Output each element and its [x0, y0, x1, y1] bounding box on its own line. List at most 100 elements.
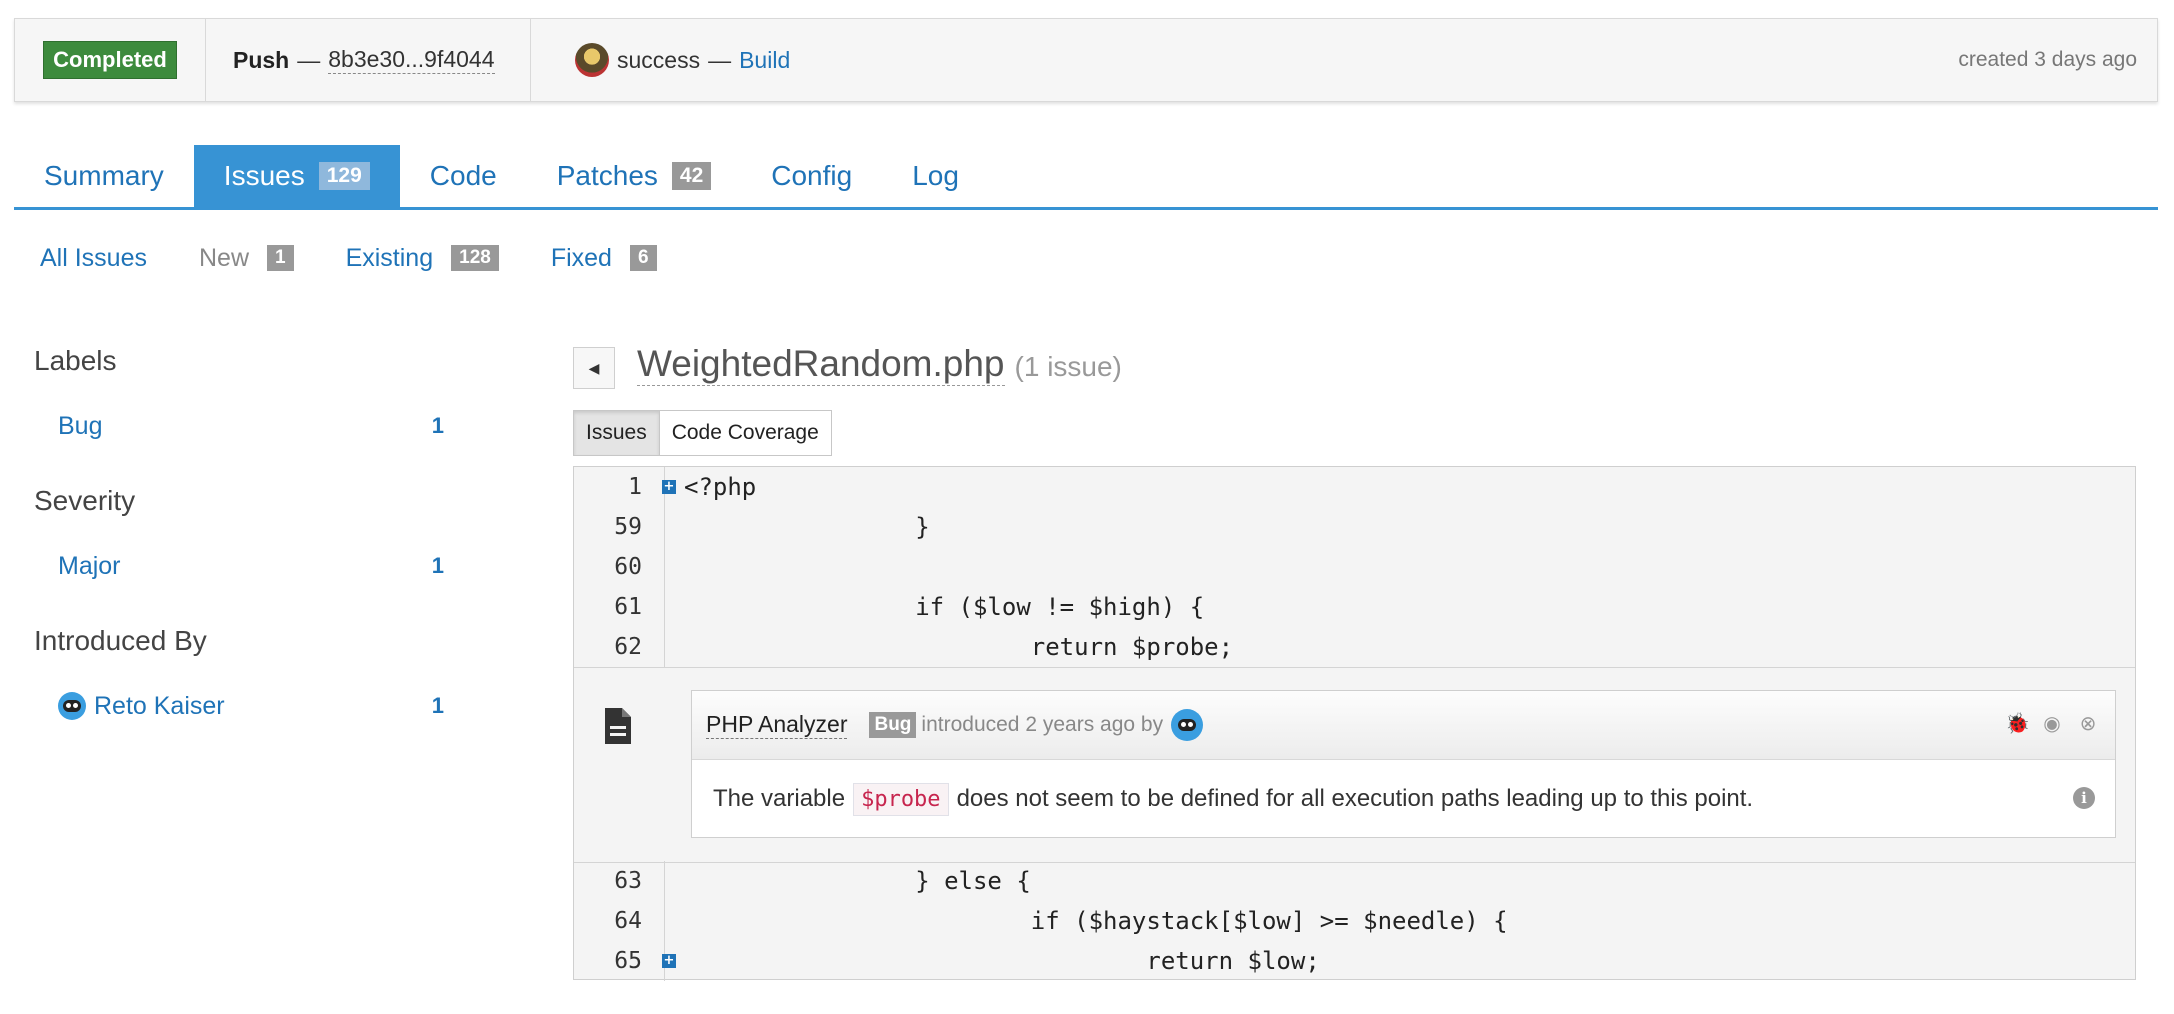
line-code: return $probe; — [684, 633, 1234, 661]
tab-label: Issues — [223, 160, 305, 191]
subtab-count-badge: 6 — [629, 245, 657, 271]
issue-actions: 🐞 ◉ ⊗ — [2005, 713, 2099, 735]
code-line: 1 + <?php — [574, 467, 2135, 507]
main-tabs: Summary Issues 129 Code Patches 42 Confi… — [14, 145, 2158, 210]
expand-icon[interactable]: + — [662, 954, 676, 968]
severity-heading: Severity — [34, 485, 136, 516]
push-label: Push — [233, 46, 290, 73]
view-issues-button[interactable]: Issues — [573, 410, 660, 456]
build-status: success — [617, 46, 701, 73]
filter-author-reto-kaiser[interactable]: Reto Kaiser 1 — [34, 689, 444, 723]
build-avatar-icon — [575, 43, 609, 77]
file-title: WeightedRandom.php (1 issue) — [637, 343, 1122, 386]
code-line: 62 return $probe; — [574, 627, 2135, 667]
filter-label-bug[interactable]: Bug 1 — [34, 409, 444, 443]
tab-issues[interactable]: Issues 129 — [193, 145, 400, 207]
issue-filter-tabs: All Issues New 1 Existing 128 Fixed 6 — [40, 240, 709, 276]
tab-label: Config — [771, 160, 853, 191]
tab-label: Patches — [556, 160, 658, 191]
code-line: 64 if ($haystack[$low] >= $needle) { — [574, 901, 2135, 941]
filter-item-count: 1 — [431, 413, 444, 438]
line-code: if ($low != $high) { — [684, 593, 1205, 621]
push-cell: Push — 8b3e30...9f4044 — [206, 19, 531, 101]
subtab-count-badge: 1 — [267, 245, 294, 271]
tab-code[interactable]: Code — [400, 145, 527, 207]
view-toggle: Issues Code Coverage — [573, 410, 832, 456]
line-code: if ($haystack[$low] >= $needle) { — [684, 907, 1508, 935]
tab-log[interactable]: Log — [882, 145, 989, 207]
analyzer-link[interactable]: PHP Analyzer — [706, 711, 848, 739]
file-issue-count: (1 issue) — [1014, 351, 1122, 382]
created-timestamp: created 3 days ago — [1958, 48, 2137, 71]
message-text-after: does not seem to be defined for all exec… — [956, 785, 1754, 812]
issue-label-badge: Bug — [869, 712, 917, 738]
subtab-all-issues[interactable]: All Issues — [40, 240, 147, 276]
user-avatar-icon[interactable] — [1171, 709, 1204, 741]
code-line: 59 } — [574, 507, 2135, 547]
subtab-label: Existing — [345, 243, 434, 272]
tab-patches[interactable]: Patches 42 — [527, 145, 742, 207]
subtab-label: Fixed — [550, 243, 612, 272]
code-line: 61 if ($low != $high) { — [574, 587, 2135, 627]
labels-heading: Labels — [34, 345, 117, 376]
variable-code: $probe — [853, 782, 949, 816]
issue-comment: PHP Analyzer Bug introduced 2 years ago … — [691, 690, 2116, 838]
filter-item-count: 1 — [431, 693, 444, 718]
line-number: 61 — [614, 594, 642, 620]
code-line: 60 — [574, 547, 2135, 587]
code-viewer: 1 + <?php 59 } 60 61 if ($low != $high) … — [573, 466, 2136, 981]
issue-comment-header: PHP Analyzer Bug introduced 2 years ago … — [692, 691, 2115, 760]
line-number: 60 — [614, 554, 642, 580]
subtab-label: New — [198, 243, 249, 272]
filter-sidebar: Labels Bug 1 Severity Major 1 Introduced… — [34, 345, 454, 783]
close-circle-icon[interactable]: ⊗ — [2077, 713, 2099, 735]
filter-item-count: 1 — [431, 553, 444, 578]
status-badge: Completed — [43, 41, 177, 79]
line-number: 59 — [614, 514, 642, 540]
subtab-new[interactable]: New 1 — [199, 240, 294, 276]
tab-config[interactable]: Config — [741, 145, 882, 207]
subtab-label: All Issues — [40, 243, 147, 272]
subtab-count-badge: 128 — [451, 245, 499, 271]
separator-dash: — — [297, 46, 321, 73]
view-coverage-button[interactable]: Code Coverage — [659, 410, 832, 456]
bug-icon[interactable]: 🐞 — [2005, 713, 2030, 735]
document-icon — [605, 708, 631, 744]
subtab-existing[interactable]: Existing 128 — [346, 240, 499, 276]
tab-label: Log — [912, 160, 959, 191]
info-icon[interactable]: i — [2073, 787, 2095, 809]
file-name[interactable]: WeightedRandom.php — [637, 343, 1005, 386]
line-code: } — [684, 513, 930, 541]
commit-range-link[interactable]: 8b3e30...9f4044 — [328, 46, 495, 74]
introduced-by-heading: Introduced By — [34, 625, 207, 656]
expand-icon[interactable]: + — [662, 480, 676, 494]
tab-label: Summary — [44, 160, 164, 191]
tab-count-badge: 42 — [671, 162, 712, 190]
filter-severity-major[interactable]: Major 1 — [34, 549, 444, 583]
subtab-fixed[interactable]: Fixed 6 — [551, 240, 657, 276]
line-number: 1 — [628, 474, 642, 500]
line-number: 63 — [614, 868, 642, 894]
caret-left-icon: ◀ — [588, 359, 600, 376]
inspection-header: Completed Push — 8b3e30...9f4044 success… — [14, 18, 2158, 102]
back-button[interactable]: ◀ — [573, 347, 615, 389]
message-text-before: The variable — [713, 785, 846, 812]
line-number: 65 — [614, 948, 642, 974]
tab-label: Code — [429, 160, 497, 191]
line-code: } else { — [684, 867, 1031, 895]
filter-item-label: Bug — [58, 411, 103, 440]
inline-issue-row: PHP Analyzer Bug introduced 2 years ago … — [574, 667, 2135, 863]
line-code: <?php — [684, 473, 757, 501]
tab-summary[interactable]: Summary — [14, 145, 194, 207]
issue-message: The variable $probe does not seem to be … — [692, 760, 2115, 838]
code-line: 63 } else { — [574, 861, 2135, 901]
filter-item-label: Reto Kaiser — [94, 691, 225, 720]
line-code: return $low; — [684, 947, 1320, 975]
line-number: 62 — [614, 634, 642, 660]
build-cell: success — Build — [532, 19, 790, 101]
github-icon[interactable]: ◉ — [2041, 713, 2063, 735]
author-entry: Reto Kaiser — [58, 692, 225, 721]
build-link[interactable]: Build — [739, 47, 790, 74]
line-number: 64 — [614, 908, 642, 934]
filter-item-label: Major — [58, 551, 121, 580]
